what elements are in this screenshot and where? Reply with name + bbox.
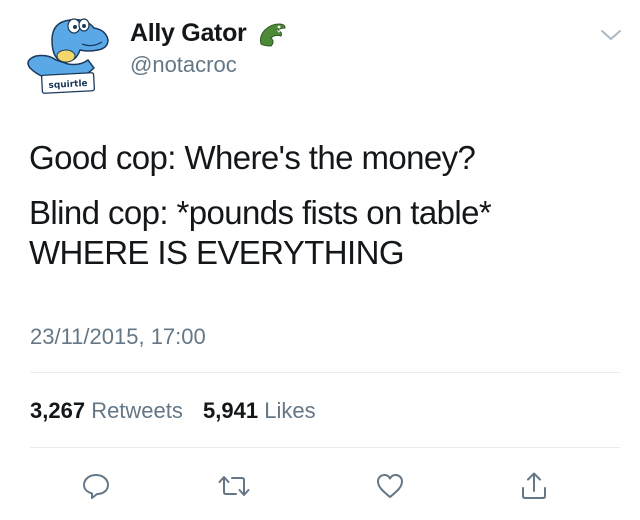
tweet-text: Good cop: Where's the money? Blind cop: … — [29, 138, 619, 273]
retweets-stat[interactable]: 3,267 Retweets — [30, 398, 183, 423]
reply-icon — [83, 474, 109, 499]
avatar[interactable]: squirtle — [22, 10, 114, 102]
author-handle[interactable]: @notacroc — [130, 52, 289, 78]
chevron-down-icon[interactable] — [600, 28, 622, 42]
tweet-text-line: Good cop: Where's the money? — [29, 139, 476, 176]
tweet-text-line: WHERE IS EVERYTHING — [29, 234, 404, 271]
share-button[interactable] — [514, 468, 554, 504]
likes-label: Likes — [264, 398, 316, 423]
reply-button[interactable] — [76, 468, 116, 504]
likes-count: 5,941 — [203, 398, 259, 423]
avatar-sign-text: squirtle — [48, 79, 88, 91]
crocodile-emoji-icon — [259, 23, 286, 47]
display-name[interactable]: Ally Gator — [130, 19, 247, 48]
share-icon — [522, 472, 546, 499]
author-block: Ally Gator @notacroc — [130, 18, 289, 78]
divider — [30, 447, 620, 448]
retweets-label: Retweets — [91, 398, 183, 423]
tweet: squirtle Ally Gator @notacroc Good cop: … — [0, 0, 640, 520]
like-button[interactable] — [370, 468, 410, 504]
like-icon — [377, 474, 403, 498]
tweet-text-line: Blind cop: *pounds fists on table* — [29, 194, 492, 231]
tweet-actions — [0, 464, 640, 508]
tweet-stats: 3,267 Retweets 5,941 Likes — [30, 398, 330, 424]
retweets-count: 3,267 — [30, 398, 86, 423]
retweet-button[interactable] — [214, 468, 254, 504]
timestamp[interactable]: 23/11/2015, 17:00 — [30, 324, 206, 350]
likes-stat[interactable]: 5,941 Likes — [203, 398, 316, 423]
retweet-icon — [218, 476, 250, 496]
tweet-header: squirtle Ally Gator @notacroc — [22, 6, 622, 102]
divider — [30, 372, 620, 373]
